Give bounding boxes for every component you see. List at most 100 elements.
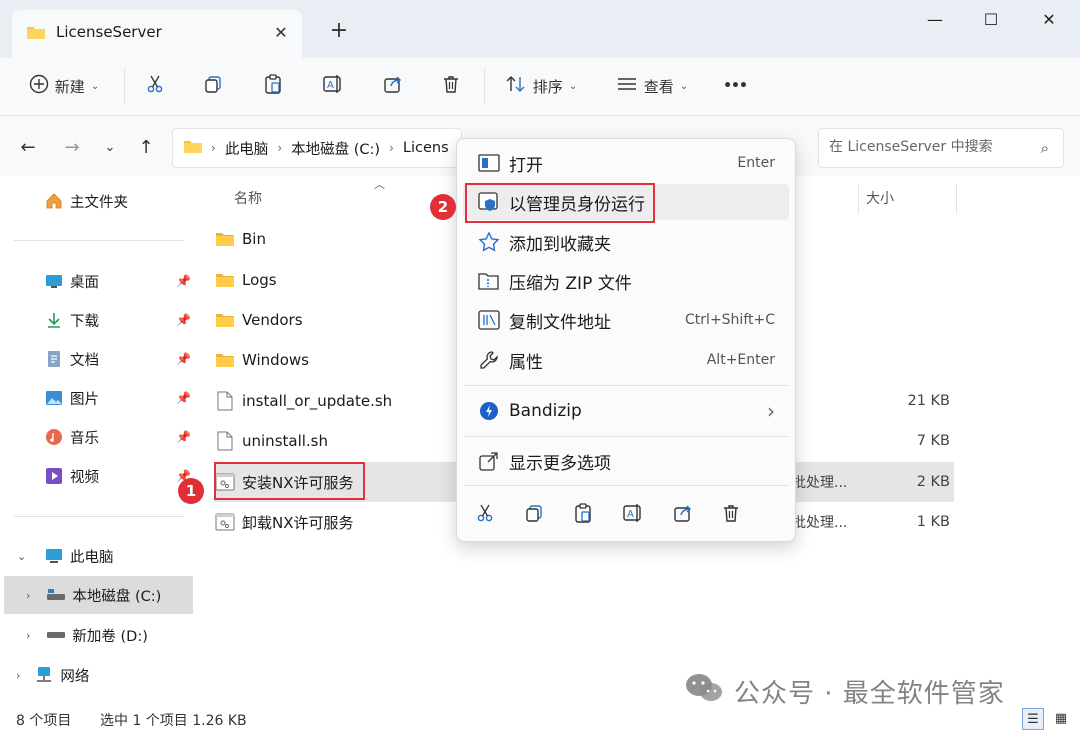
menu-item-label: 属性 bbox=[509, 352, 543, 373]
item-count: 8 个项目 bbox=[16, 713, 72, 729]
menu-delete-button[interactable] bbox=[715, 499, 747, 531]
menu-item-compress-zip[interactable]: 压缩为 ZIP 文件 bbox=[463, 263, 789, 299]
file-icon bbox=[214, 431, 236, 451]
folder-icon bbox=[26, 24, 46, 44]
desktop-icon bbox=[44, 271, 64, 291]
file-name: 卸载NX许可服务 bbox=[242, 513, 354, 532]
drive-icon bbox=[46, 585, 66, 605]
navigation-pane: 主文件夹 桌面 📌 下载 📌 文档 📌 图片 📌 音乐 📌 视频 📌 ⌄ 此电脑… bbox=[0, 176, 200, 704]
view-label: 查看 bbox=[643, 77, 674, 96]
column-divider[interactable] bbox=[956, 184, 957, 214]
pin-icon[interactable]: 📌 bbox=[176, 352, 191, 366]
recent-chevron-icon[interactable]: ⌄ bbox=[98, 136, 122, 160]
new-label: 新建 bbox=[54, 77, 85, 96]
delete-button[interactable] bbox=[436, 70, 466, 102]
breadcrumb-drive-c[interactable]: 本地磁盘 (C:) bbox=[291, 138, 380, 159]
breadcrumb-chevron-icon: › bbox=[211, 141, 216, 155]
sidebar-item-label: 音乐 bbox=[70, 430, 99, 447]
paste-button[interactable] bbox=[258, 70, 288, 102]
menu-item-bandizip[interactable]: Bandizip › bbox=[463, 393, 789, 429]
menu-item-add-favorites[interactable]: 添加到收藏夹 bbox=[463, 224, 789, 260]
column-header-size[interactable]: 大小 bbox=[866, 188, 894, 208]
star-icon bbox=[477, 230, 501, 254]
new-tab-button[interactable]: + bbox=[326, 18, 352, 44]
address-bar[interactable]: › 此电脑 › 本地磁盘 (C:) › Licens bbox=[172, 128, 462, 168]
sidebar-item-label: 网络 bbox=[60, 668, 90, 685]
watermark-text: 公众号 · 最全软件管家 bbox=[734, 679, 1005, 709]
sidebar-item-videos[interactable]: 视频 📌 bbox=[0, 457, 200, 495]
svg-text:A: A bbox=[327, 80, 334, 91]
forward-arrow-icon[interactable]: → bbox=[60, 136, 84, 160]
chevron-right-icon: › bbox=[767, 399, 775, 423]
menu-divider bbox=[463, 385, 789, 386]
menu-item-open[interactable]: 打开 Enter bbox=[463, 145, 789, 181]
breadcrumb-licenseserver[interactable]: Licens bbox=[403, 140, 449, 156]
chevron-right-icon[interactable]: › bbox=[26, 629, 30, 642]
details-view-icon[interactable]: ☰ bbox=[1022, 708, 1044, 730]
sort-button[interactable]: 排序 ⌄ bbox=[498, 70, 584, 102]
wechat-icon bbox=[684, 672, 724, 711]
search-box[interactable]: ⌕ bbox=[818, 128, 1064, 168]
sidebar-item-home[interactable]: 主文件夹 bbox=[0, 182, 200, 220]
column-divider[interactable] bbox=[858, 184, 859, 214]
share-icon bbox=[673, 503, 693, 527]
close-window-button[interactable]: ✕ bbox=[1026, 6, 1072, 34]
cut-button[interactable] bbox=[140, 70, 170, 102]
sidebar-divider bbox=[14, 240, 184, 241]
sidebar-item-downloads[interactable]: 下载 📌 bbox=[0, 301, 200, 339]
sidebar-item-documents[interactable]: 文档 📌 bbox=[0, 340, 200, 378]
sidebar-item-desktop[interactable]: 桌面 📌 bbox=[0, 262, 200, 300]
chevron-down-icon: ⌄ bbox=[679, 80, 689, 92]
breadcrumb-this-pc[interactable]: 此电脑 bbox=[225, 138, 269, 159]
menu-share-button[interactable] bbox=[667, 499, 699, 531]
back-arrow-icon[interactable]: ← bbox=[16, 136, 40, 160]
pin-icon[interactable]: 📌 bbox=[176, 430, 191, 444]
file-size: 1 KB bbox=[916, 514, 950, 530]
chevron-right-icon[interactable]: › bbox=[16, 669, 20, 682]
sidebar-item-pictures[interactable]: 图片 📌 bbox=[0, 379, 200, 417]
menu-item-properties[interactable]: 属性 Alt+Enter bbox=[463, 342, 789, 378]
menu-paste-button[interactable] bbox=[567, 499, 599, 531]
sidebar-item-drive-d[interactable]: › 新加卷 (D:) bbox=[0, 616, 200, 654]
view-button[interactable]: 查看 ⌄ bbox=[610, 70, 694, 102]
sidebar-item-label: 图片 bbox=[70, 391, 99, 408]
sidebar-item-drive-c[interactable]: › 本地磁盘 (C:) bbox=[4, 576, 193, 614]
new-button[interactable]: 新建 ⌄ bbox=[22, 70, 106, 102]
tiles-view-icon[interactable]: ▦ bbox=[1050, 708, 1072, 730]
minimize-button[interactable]: — bbox=[912, 6, 958, 34]
rename-button[interactable]: A bbox=[318, 70, 348, 102]
sidebar-item-label: 此电脑 bbox=[70, 549, 114, 566]
column-header-name[interactable]: 名称 bbox=[234, 188, 262, 208]
pin-icon[interactable]: 📌 bbox=[176, 274, 191, 288]
tab-close-icon[interactable]: ✕ bbox=[270, 22, 292, 44]
sidebar-item-this-pc[interactable]: 此电脑 bbox=[0, 537, 200, 575]
menu-item-copy-path[interactable]: 复制文件地址 Ctrl+Shift+C bbox=[463, 302, 789, 338]
menu-item-label: 压缩为 ZIP 文件 bbox=[509, 273, 632, 294]
maximize-button[interactable]: ☐ bbox=[968, 6, 1014, 34]
tab-licenseserver[interactable]: LicenseServer ✕ bbox=[12, 10, 302, 58]
toolbar-divider bbox=[484, 68, 485, 104]
annotation-badge-2: 2 bbox=[430, 194, 456, 220]
more-options-button[interactable]: ••• bbox=[718, 70, 752, 102]
menu-cut-button[interactable] bbox=[469, 499, 501, 531]
search-input[interactable] bbox=[829, 139, 1029, 155]
menu-copy-button[interactable] bbox=[518, 499, 550, 531]
copy-path-icon bbox=[477, 308, 501, 332]
annotation-highlight-file bbox=[214, 462, 365, 500]
sidebar-item-network[interactable]: › 网络 bbox=[0, 656, 200, 694]
menu-shortcut: Ctrl+Shift+C bbox=[685, 312, 775, 328]
up-arrow-icon[interactable]: ↑ bbox=[134, 136, 158, 160]
sidebar-item-label: 文档 bbox=[70, 352, 99, 369]
copy-button[interactable] bbox=[198, 70, 228, 102]
sidebar-item-label: 视频 bbox=[70, 469, 99, 486]
pin-icon[interactable]: 📌 bbox=[176, 313, 191, 327]
menu-divider bbox=[463, 485, 789, 486]
menu-item-show-more-options[interactable]: 显示更多选项 bbox=[463, 443, 789, 479]
sidebar-item-music[interactable]: 音乐 📌 bbox=[0, 418, 200, 456]
pin-icon[interactable]: 📌 bbox=[176, 391, 191, 405]
sort-up-chevron-icon: ︿ bbox=[374, 178, 385, 191]
folder-icon bbox=[214, 231, 236, 247]
menu-rename-button[interactable]: A bbox=[617, 499, 649, 531]
chevron-right-icon[interactable]: › bbox=[26, 589, 30, 602]
share-button[interactable] bbox=[378, 70, 408, 102]
